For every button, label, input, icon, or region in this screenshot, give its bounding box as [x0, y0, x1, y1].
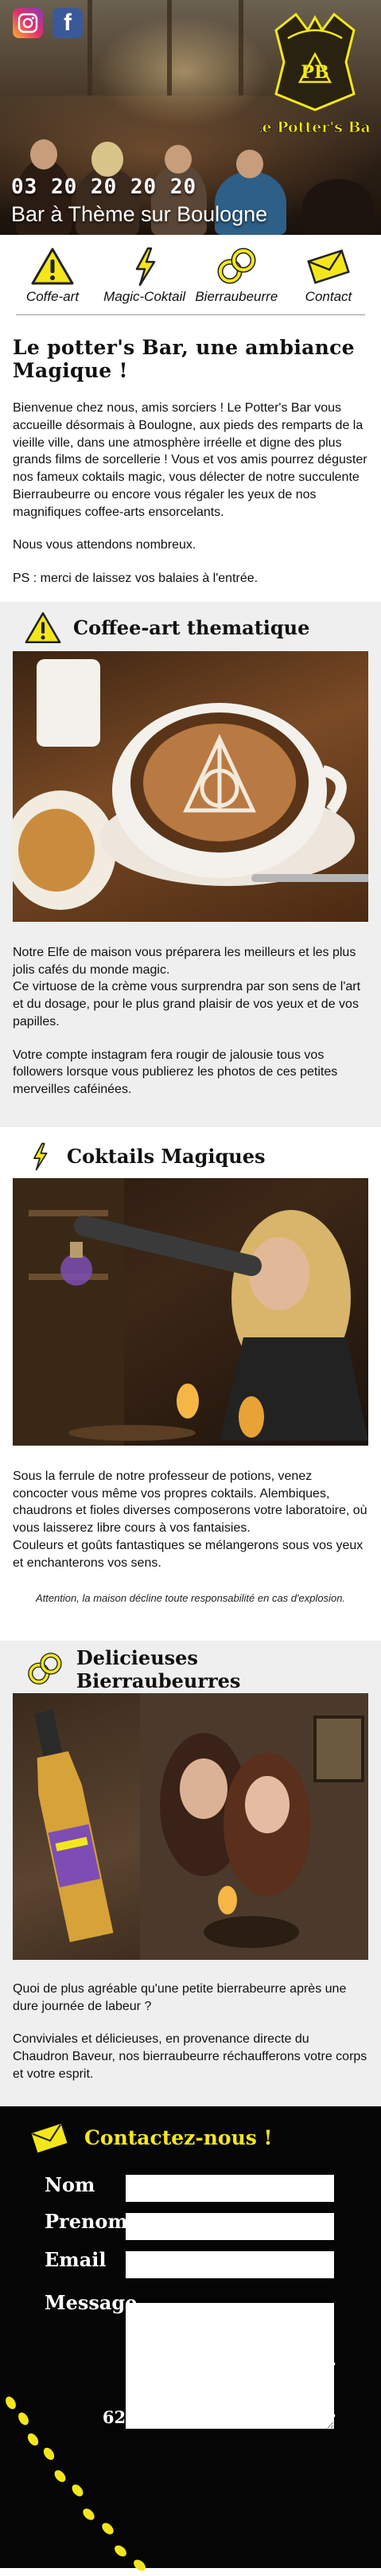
potters-bar-logo[interactable]: PB Le Potter's Bar [260, 6, 370, 142]
hero-customer [302, 179, 374, 235]
logo-text: Le Potter's Bar [260, 119, 370, 136]
contact-title: Contactez-nous ! [84, 2126, 273, 2150]
form-row-firstname: Prenom [45, 2210, 128, 2233]
nav-label-contact: Contact [305, 289, 352, 304]
form-row-email: Email [45, 2248, 124, 2271]
hero-tagline: Bar à Thème sur Boulogne [11, 202, 268, 226]
hero-beam [239, 0, 243, 96]
logo-initials: PB [301, 62, 329, 83]
hero-beam [87, 0, 92, 96]
cocktails-section: Coktails Magiques Sous la ferrule de not… [0, 1127, 381, 1641]
cocktails-paragraph: Couleurs et goûts fantastiques se mélang… [13, 1538, 364, 1570]
message-label: Message [45, 2291, 138, 2314]
hero-customer-head [165, 145, 192, 174]
cocktails-photo [13, 1177, 368, 1446]
envelope-icon [31, 2123, 68, 2153]
facebook-icon[interactable]: f [52, 8, 83, 38]
intro-paragraph: PS : merci de laissez vos balaies à l'en… [13, 572, 259, 585]
butterbeer-illustration [34, 1692, 368, 1960]
lightning-bolt-icon [33, 1142, 48, 1171]
intro-paragraph: Bienvenue chez nous, amis sorciers ! Le … [13, 401, 367, 519]
address-line: 62200 Boulogne sur mer [102, 2407, 335, 2428]
nav-item-magic-cocktail[interactable]: Magic-Coktail [100, 246, 189, 314]
address-line: 3 rue Marriette [189, 2381, 335, 2402]
butterbeer-title: Delicieuses Bierraubeurres [76, 1645, 241, 1692]
nav-item-contact[interactable]: Contact [284, 246, 373, 314]
envelope-icon [307, 249, 350, 284]
cocktails-text: Sous la ferrule de notre professeur de p… [0, 1446, 381, 1572]
warning-triangle-icon [31, 248, 74, 285]
warning-triangle-icon [25, 611, 61, 643]
butterbeer-photo [13, 1692, 368, 1960]
firstname-field[interactable] [126, 2213, 334, 2240]
coffee-art-text: Notre Elfe de maison vous préparera les … [0, 922, 381, 1099]
nav-item-coffee-art[interactable]: Coffe-art [8, 246, 97, 314]
rings-icon [217, 248, 256, 284]
hero-beam [167, 0, 172, 96]
form-row-message: Message [45, 2291, 138, 2314]
cocktails-illustration [13, 1177, 368, 1446]
coffee-art-paragraph: Votre compte instagram fera rougir de ja… [13, 1048, 338, 1097]
nav-item-butterbeer[interactable]: Bierraubeurre [192, 246, 281, 314]
name-label: Nom [45, 2173, 95, 2196]
address-line: Le Potter's bar [196, 2355, 335, 2375]
email-field[interactable] [126, 2251, 334, 2278]
butterbeer-text: Quoi de plus agréable qu'une petite bier… [0, 1960, 381, 2083]
butterbeer-paragraph: Conviviales et délicieuses, en provenanc… [13, 2032, 367, 2081]
coffee-art-paragraph: Notre Elfe de maison vous préparera les … [13, 945, 356, 977]
butterbeer-paragraph: Quoi de plus agréable qu'une petite bier… [13, 1981, 347, 2013]
coffee-art-photo [13, 650, 368, 922]
hero-customer-head [30, 139, 57, 170]
instagram-icon[interactable] [13, 8, 43, 38]
nav-label-coffee-art: Coffe-art [25, 289, 80, 304]
intro-title: Le potter's Bar, une ambiance Magique ! [13, 336, 355, 382]
cocktails-note: Attention, la maison décline toute respo… [35, 1592, 346, 1605]
coffee-art-section: Coffee-art thematique Notre Elfe de mais… [0, 601, 381, 1127]
cocktails-title: Coktails Magiques [67, 1145, 266, 1169]
cocktails-paragraph: Sous la ferrule de notre professeur de p… [13, 1469, 367, 1535]
butterbeer-section: Delicieuses Bierraubeurres Quoi de plus … [0, 1640, 381, 2106]
nav-label-butterbeer: Bierraubeurre [195, 289, 278, 304]
coffee-art-paragraph: Ce virtuose de la crème vous surprendra … [13, 980, 361, 1028]
intro-section: Le potter's Bar, une ambiance Magique ! … [0, 315, 381, 602]
hero-customer-head [236, 150, 263, 178]
hero-banner: f PB Le Potter's Bar 03 20 20 20 20 Bar … [0, 0, 381, 235]
firstname-label: Prenom [45, 2210, 128, 2233]
email-label: Email [45, 2248, 107, 2271]
address-block: Le Potter's bar 3 rue Marriette 62200 Bo… [103, 2353, 335, 2431]
coffee-art-title: Coffee-art thematique [73, 616, 310, 640]
nav-label-magic-cocktail: Magic-Coktail [103, 289, 186, 304]
hero-phone[interactable]: 03 20 20 20 20 [11, 175, 196, 199]
main-nav: Coffe-art Magic-Coktail Bierraubeurre Co… [0, 235, 381, 314]
rings-icon [28, 1652, 62, 1684]
lightning-bolt-icon [135, 247, 155, 287]
intro-paragraph: Nous vous attendons nombreux. [13, 538, 196, 552]
coffee-art-illustration [13, 658, 368, 910]
hero-customer-head [91, 142, 123, 177]
form-row-name: Nom [45, 2173, 124, 2196]
name-field[interactable] [126, 2175, 334, 2202]
